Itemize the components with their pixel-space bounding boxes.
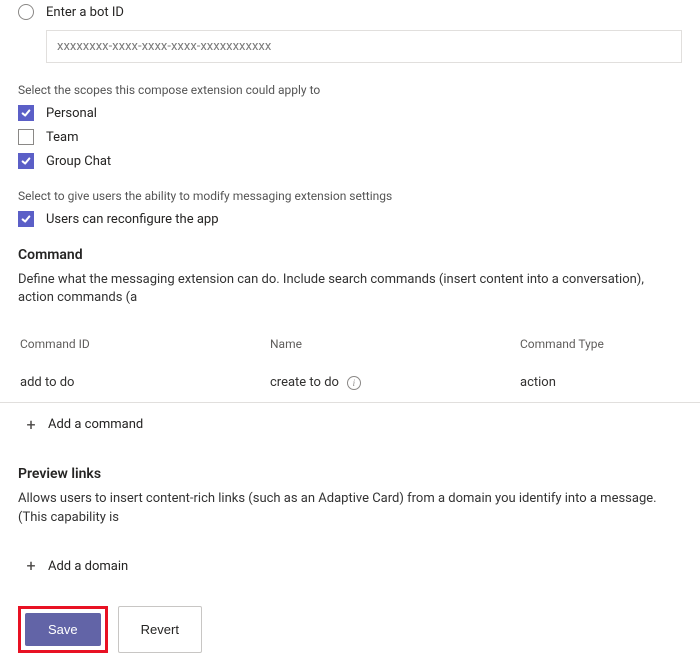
checkbox-checked-icon (18, 105, 34, 121)
checkbox-checked-icon (18, 211, 34, 227)
scope-personal[interactable]: Personal (18, 105, 682, 121)
revert-button[interactable]: Revert (118, 606, 202, 653)
scope-label: Team (46, 130, 79, 145)
command-desc: Define what the messaging extension can … (18, 271, 682, 307)
checkbox-checked-icon (18, 153, 34, 169)
add-domain-button[interactable]: + Add a domain (18, 545, 682, 588)
command-heading: Command (18, 247, 682, 263)
command-table: Command ID Name Command Type add to do c… (0, 325, 700, 403)
save-button[interactable]: Save (25, 613, 101, 646)
add-command-label: Add a command (48, 417, 143, 432)
table-header: Command ID Name Command Type (0, 325, 700, 363)
preview-desc: Allows users to insert content-rich link… (18, 490, 682, 526)
bot-id-radio-row[interactable]: Enter a bot ID (18, 4, 682, 20)
scope-group-chat[interactable]: Group Chat (18, 153, 682, 169)
scope-team[interactable]: Team (18, 129, 682, 145)
col-command-type: Command Type (520, 337, 680, 351)
cell-name: create to do (270, 375, 339, 390)
radio-empty-icon (18, 4, 34, 20)
reconfigure-label: Users can reconfigure the app (46, 212, 219, 227)
reconfigure-checkbox[interactable]: Users can reconfigure the app (18, 211, 682, 227)
bot-id-radio-label: Enter a bot ID (46, 5, 124, 20)
table-row[interactable]: add to do create to do i action (0, 363, 700, 402)
plus-icon: + (24, 559, 38, 573)
scope-label: Group Chat (46, 154, 111, 169)
reconfigure-instruction: Select to give users the ability to modi… (18, 189, 682, 203)
save-highlight: Save (18, 606, 108, 653)
cell-command-type: action (520, 375, 680, 390)
info-icon[interactable]: i (347, 376, 361, 390)
scope-label: Personal (46, 106, 97, 121)
cell-command-id: add to do (20, 375, 270, 390)
add-domain-label: Add a domain (48, 559, 128, 574)
preview-heading: Preview links (18, 466, 682, 482)
bot-id-input[interactable]: xxxxxxxx-xxxx-xxxx-xxxx-xxxxxxxxxxx (46, 30, 682, 63)
add-command-button[interactable]: + Add a command (18, 403, 682, 446)
scopes-instruction: Select the scopes this compose extension… (18, 83, 682, 97)
col-name: Name (270, 337, 520, 351)
col-command-id: Command ID (20, 337, 270, 351)
checkbox-empty-icon (18, 129, 34, 145)
plus-icon: + (24, 418, 38, 432)
footer: Save Revert (0, 588, 700, 671)
